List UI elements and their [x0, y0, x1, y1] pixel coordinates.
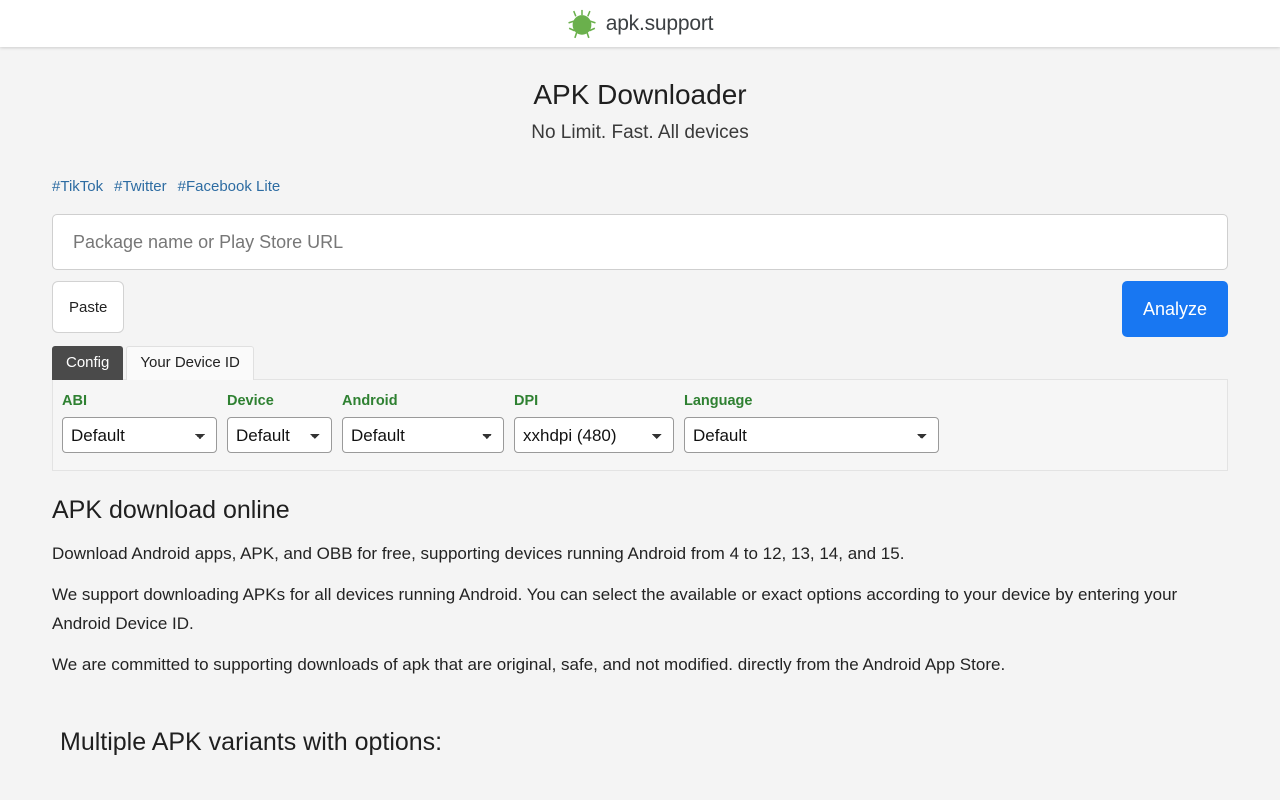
search-action-row: Paste Analyze	[52, 281, 1228, 337]
android-bug-icon	[567, 9, 597, 39]
device-select[interactable]: Default	[227, 417, 332, 453]
config-label-dpi: DPI	[514, 393, 539, 409]
tab-config[interactable]: Config	[52, 346, 124, 380]
config-field-dpi: DPI xxhdpi (480)	[514, 392, 674, 453]
paste-button[interactable]: Paste	[52, 281, 125, 333]
page-body: APK Downloader No Limit. Fast. All devic…	[0, 47, 1280, 759]
variants-heading: Multiple APK variants with options:	[60, 728, 443, 756]
android-select[interactable]: Default	[342, 417, 504, 453]
page-title: APK Downloader	[533, 79, 747, 110]
config-label-device: Device	[227, 393, 274, 409]
section-heading: APK download online	[52, 496, 290, 524]
config-label-android: Android	[342, 393, 398, 409]
config-label-language: Language	[684, 393, 753, 409]
page-container: APK Downloader No Limit. Fast. All devic…	[52, 75, 1228, 759]
config-field-android: Android Default	[342, 392, 504, 453]
config-row: ABI Default Device Default Android Defau…	[62, 392, 1218, 453]
content-paragraph-3: We are committed to supporting downloads…	[52, 655, 1006, 674]
tab-your-device-id[interactable]: Your Device ID	[126, 346, 254, 380]
brand-name: apk.support	[605, 11, 714, 35]
config-tabs: Config Your Device ID	[52, 346, 1228, 380]
package-url-input[interactable]	[52, 214, 1228, 270]
page-subtitle: No Limit. Fast. All devices	[531, 122, 749, 143]
config-field-language: Language Default	[684, 392, 939, 453]
config-label-abi: ABI	[62, 393, 87, 409]
content-paragraph-1: Download Android apps, APK, and OBB for …	[52, 544, 905, 563]
content-paragraph-2: We support downloading APKs for all devi…	[52, 585, 1178, 633]
tag-link-facebook-lite[interactable]: #Facebook Lite	[178, 178, 281, 195]
config-field-abi: ABI Default	[62, 392, 217, 453]
tag-links: #TikTok #Twitter #Facebook Lite	[52, 177, 1228, 197]
tag-link-twitter[interactable]: #Twitter	[114, 178, 167, 195]
abi-select[interactable]: Default	[62, 417, 217, 453]
config-field-device: Device Default	[227, 392, 332, 453]
analyze-button[interactable]: Analyze	[1122, 281, 1228, 337]
content-section: APK download online Download Android app…	[52, 493, 1228, 759]
brand-link[interactable]: apk.support	[567, 9, 714, 39]
language-select[interactable]: Default	[684, 417, 939, 453]
tag-link-tiktok[interactable]: #TikTok	[52, 178, 103, 195]
dpi-select[interactable]: xxhdpi (480)	[514, 417, 674, 453]
config-panel: ABI Default Device Default Android Defau…	[52, 379, 1228, 471]
search-section: Paste Analyze	[52, 214, 1228, 337]
site-header: apk.support	[0, 0, 1280, 47]
